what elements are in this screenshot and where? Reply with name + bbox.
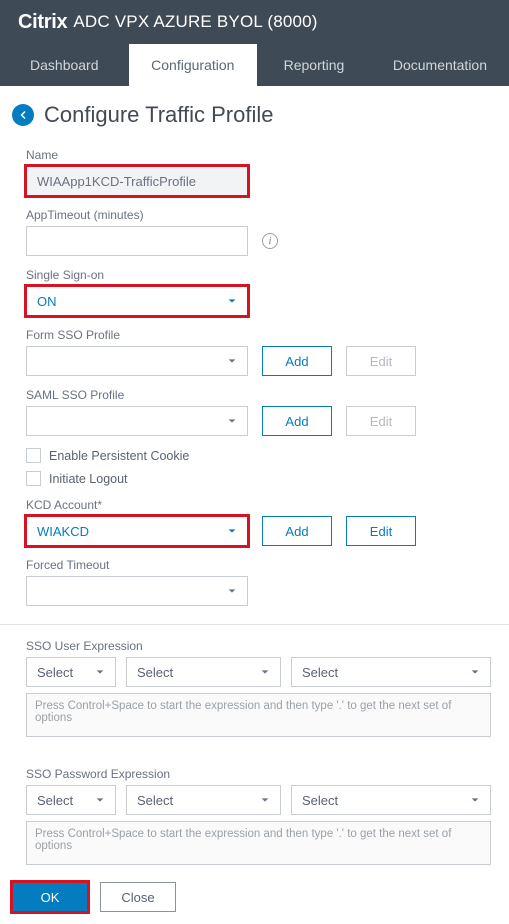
forced-timeout-label: Forced Timeout [26,558,491,572]
sso-pass-expr-textarea[interactable]: Press Control+Space to start the express… [26,821,491,865]
chevron-down-icon [470,793,480,808]
chevron-down-icon [227,294,237,309]
apptimeout-input[interactable] [26,226,248,256]
sso-user-expr-select-3[interactable]: Select [291,657,491,687]
sso-label: Single Sign-on [26,268,491,282]
sso-value: ON [37,294,57,309]
chevron-down-icon [470,665,480,680]
page-body: Configure Traffic Profile Name AppTimeou… [0,86,509,865]
back-button[interactable] [12,104,34,126]
tab-reporting[interactable]: Reporting [257,44,371,86]
formsso-add-button[interactable]: Add [262,346,332,376]
samlsso-add-button[interactable]: Add [262,406,332,436]
samlsso-label: SAML SSO Profile [26,388,491,402]
chevron-down-icon [227,584,237,599]
kcd-add-button[interactable]: Add [262,516,332,546]
brand-bold: Citrix [18,11,67,34]
page-title: Configure Traffic Profile [44,102,273,128]
initiate-logout-checkbox[interactable] [26,471,41,486]
sso-select[interactable]: ON [26,286,248,316]
chevron-down-icon [260,665,270,680]
sso-user-expr-textarea[interactable]: Press Control+Space to start the express… [26,693,491,737]
forced-timeout-select[interactable] [26,576,248,606]
sso-pass-expr-select-3[interactable]: Select [291,785,491,815]
close-button[interactable]: Close [100,882,176,912]
arrow-left-icon [17,109,29,121]
sso-user-expr-select-2[interactable]: Select [126,657,281,687]
sso-user-expr-select-1[interactable]: Select [26,657,116,687]
name-label: Name [26,148,491,162]
chevron-down-icon [260,793,270,808]
tab-documentation[interactable]: Documentation [371,44,509,86]
sso-user-expr-label: SSO User Expression [26,639,491,653]
kcd-edit-button[interactable]: Edit [346,516,416,546]
ok-button[interactable]: OK [12,882,88,912]
samlsso-edit-button: Edit [346,406,416,436]
chevron-down-icon [227,414,237,429]
tab-configuration[interactable]: Configuration [129,44,258,86]
apptimeout-label: AppTimeout (minutes) [26,208,491,222]
app-header: Citrix ADC VPX AZURE BYOL (8000) [0,0,509,44]
chevron-down-icon [95,793,105,808]
sso-pass-expr-label: SSO Password Expression [26,767,491,781]
name-input[interactable] [26,166,248,196]
formsso-edit-button: Edit [346,346,416,376]
main-tabs: Dashboard Configuration Reporting Docume… [0,44,509,86]
tab-dashboard[interactable]: Dashboard [0,44,129,86]
chevron-down-icon [95,665,105,680]
chevron-down-icon [227,524,237,539]
footer: OK Close [0,872,509,924]
enable-cookie-checkbox[interactable] [26,448,41,463]
chevron-down-icon [227,354,237,369]
sso-pass-expr-select-1[interactable]: Select [26,785,116,815]
info-icon[interactable]: i [262,233,278,249]
brand-rest: ADC VPX AZURE BYOL (8000) [73,12,317,32]
initiate-logout-label: Initiate Logout [49,472,128,486]
divider [0,624,509,625]
samlsso-select[interactable] [26,406,248,436]
enable-cookie-label: Enable Persistent Cookie [49,449,189,463]
formsso-label: Form SSO Profile [26,328,491,342]
sso-pass-expr-select-2[interactable]: Select [126,785,281,815]
kcd-label: KCD Account* [26,498,491,512]
kcd-value: WIAKCD [37,524,89,539]
formsso-select[interactable] [26,346,248,376]
kcd-select[interactable]: WIAKCD [26,516,248,546]
